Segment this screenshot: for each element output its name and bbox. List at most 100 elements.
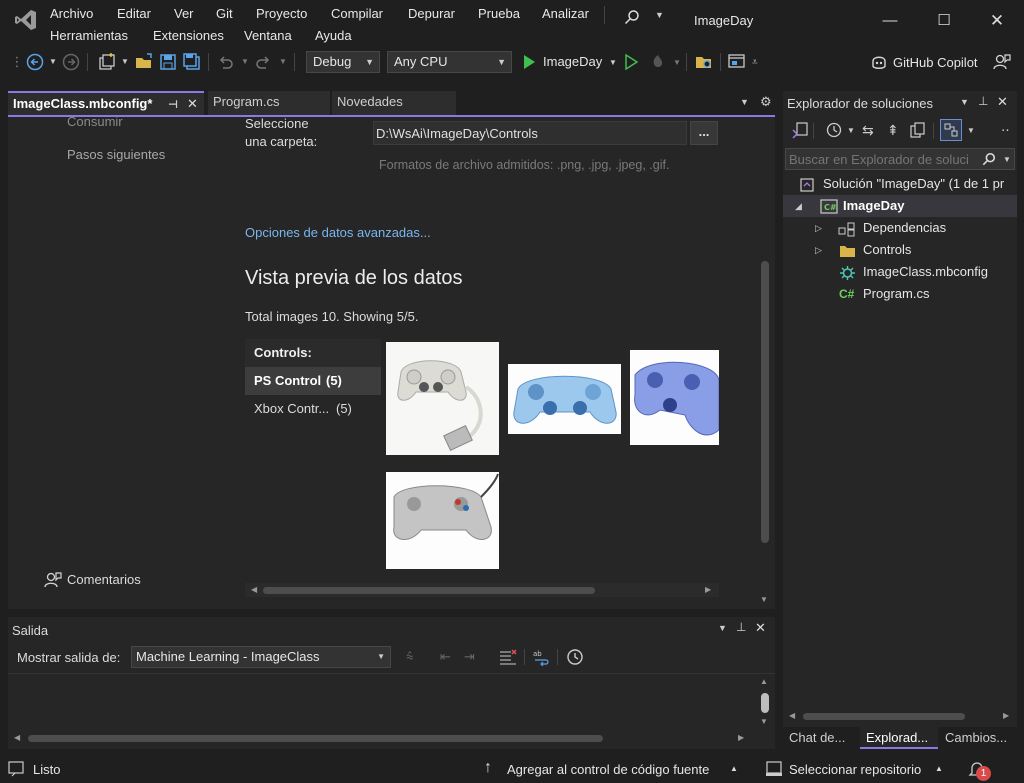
advanced-data-options-link[interactable]: Opciones de datos avanzadas... [245, 225, 431, 240]
menu-proyecto[interactable]: Proyecto [256, 6, 307, 21]
scrollbar-thumb[interactable] [761, 261, 769, 543]
tab-chat[interactable]: Chat de... [789, 730, 845, 745]
menu-git[interactable]: Git [216, 6, 233, 21]
pin-icon[interactable]: ⊥ [736, 620, 746, 634]
scroll-left-icon[interactable]: ◀ [14, 733, 20, 743]
collapse-all-icon[interactable]: ⇞ [887, 122, 899, 139]
gear-icon[interactable]: ⚙ [760, 94, 772, 110]
find-in-files-icon[interactable] [694, 52, 714, 72]
solution-search-input[interactable] [789, 151, 975, 167]
nav-pasos-siguientes[interactable]: Pasos siguientes [67, 147, 165, 162]
filter-dropdown-icon[interactable]: ▼ [847, 126, 855, 135]
collapsed-arrow-icon[interactable]: ▷ [815, 239, 822, 261]
preview-image-1[interactable] [386, 342, 499, 455]
scroll-down-icon[interactable]: ▼ [760, 717, 768, 727]
maximize-icon[interactable]: ☐ [929, 8, 959, 34]
properties-toggle-button[interactable] [940, 119, 962, 141]
menu-herramientas[interactable]: Herramientas [50, 28, 128, 43]
new-project-dropdown-icon[interactable]: ▼ [121, 57, 129, 66]
tree-item-controls-folder[interactable]: ▷ Controls [783, 239, 1017, 261]
solution-platform-select[interactable]: Any CPU ▼ [387, 51, 512, 73]
menu-depurar[interactable]: Depurar [408, 6, 455, 21]
start-target-button[interactable]: ImageDay [543, 54, 602, 69]
hot-reload-dropdown-icon[interactable]: ▼ [673, 58, 681, 67]
menu-archivo[interactable]: Archivo [50, 6, 93, 21]
navigate-back-icon[interactable] [26, 53, 44, 71]
pin-icon[interactable]: ⊣ [168, 94, 178, 116]
close-panel-icon[interactable]: ✕ [755, 620, 766, 636]
hot-reload-icon[interactable] [648, 52, 668, 72]
menu-extensiones[interactable]: Extensiones [153, 28, 224, 43]
browse-folder-button[interactable]: ... [690, 121, 718, 145]
search-icon[interactable] [982, 152, 996, 166]
search-dropdown-icon[interactable]: ▼ [655, 10, 664, 20]
github-copilot-button[interactable]: GitHub Copilot [893, 55, 978, 70]
close-panel-icon[interactable]: ✕ [997, 94, 1008, 110]
start-target-dropdown-icon[interactable]: ▼ [609, 58, 617, 67]
tab-imageclass-mbconfig[interactable]: ImageClass.mbconfig* ⊣ ✕ [8, 91, 204, 115]
open-folder-icon[interactable] [134, 52, 154, 72]
clear-all-icon[interactable] [499, 648, 517, 666]
menu-ventana[interactable]: Ventana [244, 28, 292, 43]
redo-dropdown-icon[interactable]: ▼ [279, 57, 287, 66]
properties-dropdown-icon[interactable]: ▼ [967, 126, 975, 135]
output-horizontal-scrollbar[interactable]: ◀ ▶ [8, 731, 754, 745]
scroll-up-icon[interactable]: ▲ [760, 677, 768, 687]
save-all-icon[interactable] [183, 53, 201, 71]
save-icon[interactable] [159, 53, 177, 71]
sync-with-active-document-icon[interactable]: ⇆ [862, 122, 874, 139]
solution-configuration-select[interactable]: Debug ▼ [306, 51, 380, 73]
scroll-down-icon[interactable]: ▼ [760, 595, 768, 605]
navigate-back-dropdown-icon[interactable]: ▼ [49, 57, 57, 66]
pending-changes-filter-icon[interactable] [825, 121, 843, 139]
tree-item-solution[interactable]: Solución "ImageDay" (1 de 1 pr [783, 173, 1017, 195]
scroll-left-icon[interactable]: ◀ [789, 711, 795, 721]
switch-views-icon[interactable] [791, 121, 809, 139]
menu-prueba[interactable]: Prueba [478, 6, 520, 21]
scroll-right-icon[interactable]: ▶ [1003, 711, 1009, 721]
nav-consumir[interactable]: Consumir [67, 114, 123, 129]
menu-editar[interactable]: Editar [117, 6, 151, 21]
word-wrap-icon[interactable]: ab [532, 648, 550, 666]
vertical-scrollbar[interactable]: ▼ [758, 117, 772, 609]
folder-path-input[interactable]: D:\WsAi\ImageDay\Controls [373, 121, 687, 145]
tree-item-dependencias[interactable]: ▷ Dependencias [783, 217, 1017, 239]
close-window-icon[interactable]: ✕ [982, 8, 1012, 34]
tab-program-cs[interactable]: Program.cs [208, 91, 330, 115]
browser-link-icon[interactable] [727, 52, 747, 72]
add-to-source-control-button[interactable]: Agregar al control de código fuente [507, 762, 709, 777]
search-icon[interactable] [624, 9, 640, 25]
horizontal-scrollbar[interactable]: ◀ ▶ [245, 583, 719, 597]
menu-ayuda[interactable]: Ayuda [315, 28, 352, 43]
collapsed-arrow-icon[interactable]: ▷ [815, 217, 822, 239]
tab-novedades[interactable]: Novedades [332, 91, 456, 115]
github-copilot-icon[interactable] [870, 53, 888, 71]
tree-item-project-imageday[interactable]: ◢ C# ImageDay [783, 195, 1017, 217]
tab-explorador-active[interactable]: Explorad... [860, 727, 938, 749]
menu-ver[interactable]: Ver [174, 6, 194, 21]
search-options-dropdown-icon[interactable]: ▼ [1003, 155, 1011, 164]
solution-search-box[interactable]: ▼ [785, 148, 1015, 170]
tab-list-dropdown-icon[interactable]: ▼ [740, 97, 749, 107]
pin-icon[interactable]: ⊥ [978, 94, 988, 108]
scroll-right-icon[interactable]: ▶ [705, 585, 711, 595]
undo-icon[interactable] [217, 53, 235, 71]
undo-dropdown-icon[interactable]: ▼ [241, 57, 249, 66]
scroll-left-icon[interactable]: ◀ [251, 585, 257, 595]
tree-item-imageclass-mbconfig[interactable]: ImageClass.mbconfig [783, 261, 1017, 283]
output-source-select[interactable]: Machine Learning - ImageClass ▼ [131, 646, 391, 668]
panel-menu-dropdown-icon[interactable]: ▼ [718, 623, 727, 633]
close-tab-icon[interactable]: ✕ [187, 93, 198, 115]
feedback-icon[interactable] [993, 53, 1011, 71]
expanded-arrow-icon[interactable]: ◢ [795, 195, 802, 217]
scrollbar-thumb[interactable] [761, 693, 769, 713]
select-repository-button[interactable]: Seleccionar repositorio [789, 762, 921, 777]
new-project-icon[interactable] [97, 52, 117, 72]
start-without-debugging-icon[interactable] [624, 54, 638, 70]
minimize-icon[interactable]: — [875, 8, 905, 34]
explorer-horizontal-scrollbar[interactable]: ◀ ▶ [785, 709, 1015, 723]
output-vertical-scrollbar[interactable]: ▲ ▼ [758, 677, 772, 729]
scrollbar-thumb[interactable] [28, 735, 603, 742]
next-message-icon[interactable]: ⇥ [464, 649, 475, 665]
menu-compilar[interactable]: Compilar [331, 6, 383, 21]
